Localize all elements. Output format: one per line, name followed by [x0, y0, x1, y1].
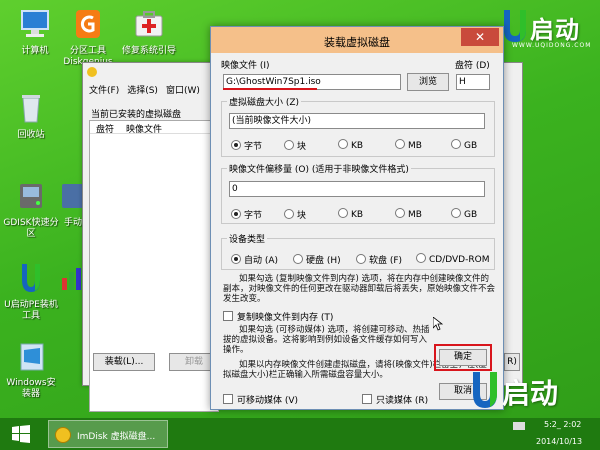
- copy-memory-description: 如果勾选 (复制映像文件到内存) 选项，将在内存中创建映像文件的副本，对映像文件…: [223, 274, 496, 304]
- device-type-auto[interactable]: 自动 (A): [231, 253, 278, 266]
- offset-input[interactable]: 0: [229, 181, 485, 197]
- windows-logo-icon[interactable]: [12, 425, 30, 443]
- offset-unit-mb[interactable]: MB: [395, 208, 422, 220]
- mount-virtual-disk-dialog: 装载虚拟磁盘 ✕ 映像文件 (I) G:\GhostWin7Sp1.iso 浏览…: [210, 26, 504, 410]
- size-unit-mb[interactable]: MB: [395, 139, 422, 151]
- drive-input[interactable]: H: [456, 74, 490, 90]
- device-type-floppy[interactable]: 软盘 (F): [356, 253, 402, 266]
- close-button[interactable]: ✕: [461, 28, 499, 46]
- removable-media-checkbox[interactable]: 可移动媒体 (V): [223, 393, 298, 406]
- desktop-icon-diskgenius[interactable]: 分区工具 Diskgenius: [57, 8, 119, 68]
- manual-tool-icon: [62, 184, 82, 208]
- diskgenius-icon: [76, 10, 100, 38]
- uqidong-u-icon: [22, 264, 40, 292]
- size-unit-bytes[interactable]: 字节: [231, 139, 262, 152]
- menu-window[interactable]: 窗口(W): [166, 83, 200, 96]
- size-label: 虚拟磁盘大小 (Z): [227, 95, 302, 108]
- desktop-icon-windows-installer[interactable]: Windows安 装器: [0, 340, 62, 400]
- disk-partition-icon: [20, 184, 42, 208]
- logo-text: 启动: [530, 16, 580, 44]
- path-underline-highlight: [223, 88, 317, 90]
- device-type-label: 设备类型: [227, 232, 268, 245]
- dialog-title: 装载虚拟磁盘: [324, 36, 390, 49]
- menu-file[interactable]: 文件(F): [89, 83, 119, 96]
- copy-to-memory-checkbox[interactable]: 复制映像文件到内存 (T): [223, 310, 333, 323]
- readonly-media-checkbox[interactable]: 只读媒体 (R): [362, 393, 428, 406]
- first-aid-kit-icon: [135, 11, 163, 37]
- imdisk-app-icon: [55, 427, 71, 443]
- bottom-logo-u-icon: [473, 372, 497, 408]
- mouse-cursor-icon: [433, 317, 443, 331]
- app-icon: [87, 67, 97, 77]
- offset-unit-kb[interactable]: KB: [338, 208, 363, 220]
- offset-label: 映像文件偏移量 (O) (适用于非映像文件格式): [227, 162, 411, 175]
- menu-bar: 文件(F) 选择(S) 窗口(W): [89, 83, 200, 96]
- main-window-right-edge: R): [502, 62, 523, 386]
- ok-button[interactable]: 确定: [439, 349, 487, 366]
- desktop-icon-chart[interactable]: [52, 262, 82, 300]
- size-unit-gb[interactable]: GB: [451, 139, 477, 151]
- computer-icon: [21, 10, 49, 37]
- removable-description: 如果勾选 (可移动媒体) 选项，将创建可移动、热插拔的虚拟设备。这将影响到例如设…: [223, 325, 430, 355]
- desktop-icon-label: 修复系统引导: [121, 46, 176, 56]
- taskbar: ImDisk 虚拟磁盘... 5:2_ 2:02 2014/10/13: [0, 418, 600, 450]
- offset-unit-gb[interactable]: GB: [451, 208, 477, 220]
- size-unit-kb[interactable]: KB: [338, 139, 363, 151]
- windows-installer-icon: [20, 343, 44, 371]
- dialog-titlebar[interactable]: 装载虚拟磁盘 ✕: [211, 27, 503, 53]
- uqidong-logo-icon: [504, 10, 526, 42]
- network-icon[interactable]: [512, 420, 526, 432]
- bar-chart-icon: [62, 268, 81, 290]
- taskbar-imdisk-item[interactable]: ImDisk 虚拟磁盘...: [48, 420, 168, 448]
- clock-time[interactable]: 5:2_ 2:02: [544, 420, 581, 429]
- offset-unit-blocks[interactable]: 块: [284, 208, 306, 221]
- size-unit-blocks[interactable]: 块: [284, 139, 306, 152]
- column-drive[interactable]: 盘符: [96, 122, 114, 135]
- desktop-icon-manual[interactable]: 手动: [52, 180, 82, 229]
- desktop-icon-label: U启动PE装机 工具: [4, 300, 58, 321]
- desktop-icon-label: 回收站: [17, 130, 45, 140]
- image-file-label: 映像文件 (I): [221, 61, 270, 71]
- clock-date[interactable]: 2014/10/13: [536, 437, 582, 446]
- imdisk-main-window: 文件(F) 选择(S) 窗口(W) 当前已安装的虚拟磁盘 盘符 映像文件 装载(…: [82, 62, 220, 412]
- taskbar-item-label: ImDisk 虚拟磁盘...: [77, 432, 156, 442]
- bottom-logo-text: 启动: [502, 377, 559, 410]
- desktop-icon-label: 手动: [64, 218, 82, 228]
- column-image[interactable]: 映像文件: [126, 122, 162, 135]
- partial-r-button[interactable]: R): [504, 353, 520, 371]
- device-type-harddisk[interactable]: 硬盘 (H): [293, 253, 341, 266]
- desktop-icon-repair-boot[interactable]: 修复系统引导: [118, 8, 180, 57]
- offset-unit-bytes[interactable]: 字节: [231, 208, 262, 221]
- desktop-icon-label: Windows安 装器: [6, 378, 56, 399]
- device-type-cdrom[interactable]: CD/DVD-ROM: [416, 253, 489, 265]
- recycle-bin-icon: [22, 95, 40, 123]
- desktop-icon-recycle-bin[interactable]: 回收站: [0, 92, 62, 141]
- drive-label: 盘符 (D): [455, 61, 490, 71]
- size-input[interactable]: (当前映像文件大小): [229, 113, 485, 129]
- installed-disks-heading: 当前已安装的虚拟磁盘: [91, 110, 182, 120]
- logo-url: WWW.UQIDONG.COM: [512, 42, 592, 49]
- browse-button[interactable]: 浏览: [407, 73, 449, 91]
- menu-select[interactable]: 选择(S): [127, 83, 158, 96]
- load-button[interactable]: 装载(L)...: [93, 353, 155, 371]
